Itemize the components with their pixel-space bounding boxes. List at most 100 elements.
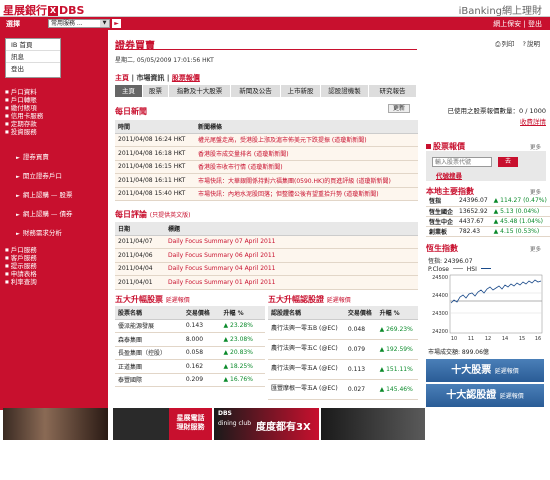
print-link[interactable]: 列印 bbox=[501, 40, 514, 48]
index-value: 13652.92 bbox=[456, 206, 491, 217]
news-headline-link[interactable]: 市場快訊：大華銀關係持對六福集團(0590.HK)的買進評級 (道瓊斯新聞) bbox=[195, 173, 418, 188]
stock-name[interactable]: 正道集團 bbox=[115, 359, 183, 374]
select-go-button[interactable]: ► bbox=[112, 19, 121, 28]
top10-stocks-banner[interactable]: 十大股票 延遲報價 bbox=[426, 359, 544, 382]
sidebar-item-forms[interactable]: 申請表格 bbox=[5, 270, 37, 278]
ad-phone-line2: 理財服務 bbox=[176, 423, 205, 431]
stock-name[interactable]: 泰豐國際 bbox=[115, 373, 183, 387]
sidebar-item-transfer[interactable]: 戶口轉賬 bbox=[5, 96, 37, 104]
sidebar-sub-ipo-stock[interactable]: 網上認購 — 股票 bbox=[16, 189, 73, 199]
ad-banner-image-2[interactable] bbox=[113, 408, 169, 440]
commentary-col-title: 標題 bbox=[165, 222, 418, 236]
sidebar-item-rates[interactable]: 利率查詢 bbox=[5, 278, 37, 286]
commentary-link[interactable]: Daily Focus Summary 04 April 2011 bbox=[165, 262, 418, 276]
print-help-tools: ⎙列印 ?說明 bbox=[489, 38, 540, 49]
tab-home[interactable]: 主頁 bbox=[115, 85, 143, 97]
security-logout-links[interactable]: 網上保安 | 登出 bbox=[493, 19, 542, 29]
index-name[interactable]: 恆生國企 bbox=[426, 206, 457, 217]
index-name[interactable]: 恆生中企 bbox=[426, 216, 457, 227]
sidebar-item-bill-pay[interactable]: 繳付賬項 bbox=[5, 104, 37, 112]
quote-go-button[interactable]: 去 bbox=[498, 157, 518, 167]
hsi-value-line: 恆指: 24396.07 bbox=[428, 258, 473, 265]
stock-name[interactable]: 長盈集團（控股） bbox=[115, 346, 183, 360]
tab-indices[interactable]: 指數及十大股票 bbox=[169, 85, 231, 97]
news-headline-link[interactable]: 香港股市成交量排名 (道瓊斯新聞) bbox=[195, 146, 418, 161]
table-row: 2011/04/08 15:40 HKT 市場快訊：內地水泥股回落；但整體公後有望… bbox=[115, 187, 418, 201]
stock-name[interactable]: 優派能源發展 bbox=[115, 319, 183, 333]
top-warrants-title: 五大升幅認股證 延遲報價 bbox=[268, 294, 351, 305]
services-select[interactable]: 常用服務 ... ▼ bbox=[48, 19, 110, 28]
y-tick: 24500 bbox=[432, 275, 448, 281]
quote-more-link[interactable]: 更多 bbox=[530, 143, 541, 151]
sidebar-sub-open-account[interactable]: 開立證券戶口 bbox=[16, 170, 62, 180]
ad-banner-image-4[interactable] bbox=[321, 408, 425, 440]
index-name[interactable]: 恆指 bbox=[426, 196, 457, 207]
sidebar-item-time-deposit[interactable]: 定期存款 bbox=[5, 120, 37, 128]
tab-warrants[interactable]: 認股證機製 bbox=[321, 85, 369, 97]
breadcrumb-home[interactable]: 主頁 bbox=[115, 74, 129, 82]
top-stocks-table: 股票名稱 交易價格 升幅 % 優派能源發展 0.143 ▲ 23.28% 森泰集團 8.0… bbox=[115, 306, 265, 387]
table-row: 恆生國企 13652.92 ▲ 5.13 (0.04%) bbox=[426, 206, 550, 217]
sidebar-item-customer-services[interactable]: 客戶服務 bbox=[5, 254, 37, 262]
print-icon[interactable]: ⎙ bbox=[495, 40, 500, 48]
index-name[interactable]: 創業板 bbox=[426, 226, 457, 237]
stock-change: ▲ 20.83% bbox=[220, 346, 265, 360]
x-tick: 12 bbox=[485, 336, 491, 342]
services-select-value: 常用服務 ... bbox=[51, 20, 83, 27]
stock-name[interactable]: 森泰集團 bbox=[115, 332, 183, 347]
sidebar-item-alerts[interactable]: 提示服務 bbox=[5, 262, 37, 270]
sidebar-item-account-services[interactable]: 戶口服務 bbox=[5, 246, 37, 254]
y-tick: 24300 bbox=[432, 311, 448, 317]
table-row: 2011/04/06 Daily Focus Summary 06 April 2… bbox=[115, 248, 418, 263]
sidebar-sub-securities-trading[interactable]: 證券買賣 bbox=[16, 151, 49, 161]
warrant-name[interactable]: 農行法興一零五C (@EC) bbox=[268, 339, 345, 360]
ad-dining-club[interactable]: DBS dining club 度度都有3X bbox=[214, 408, 319, 440]
stock-code-input[interactable] bbox=[432, 157, 492, 167]
ibanking-title: iBanking網上理財 bbox=[458, 6, 542, 17]
sidebar-item-logout[interactable]: 登出 bbox=[6, 63, 60, 75]
table-row: 優派能源發展 0.143 ▲ 23.28% bbox=[115, 319, 265, 333]
market-turnover: 市場成交額: 899.06億 bbox=[428, 349, 489, 356]
sidebar-item-messages[interactable]: 訊息 bbox=[6, 51, 60, 63]
news-headline-link[interactable]: 香港股市收市行情 (道瓊斯新聞) bbox=[195, 160, 418, 174]
stock-price: 0.143 bbox=[182, 319, 221, 333]
ad-banner-image-1[interactable] bbox=[3, 408, 108, 440]
news-headline-link[interactable]: 權光尾盤走高，受港股上漲及滬市佈美元下跌提振 (道瓊斯新聞) bbox=[195, 133, 418, 147]
breadcrumb-market-info[interactable]: 市場資訊 bbox=[136, 74, 164, 82]
news-refresh-button[interactable]: 更新 bbox=[388, 104, 411, 113]
sidebar-sub-ipo-bond[interactable]: 網上認購 — 債券 bbox=[16, 208, 73, 218]
hsi-chart: 24500 24400 24300 24200 10 11 12 14 15 1… bbox=[432, 274, 543, 342]
ad-phone-banking[interactable]: 星展電話 理財服務 bbox=[169, 408, 212, 440]
help-icon[interactable]: ? bbox=[523, 40, 526, 48]
breadcrumb: 主頁 | 市場資訊 | 股票報價 bbox=[115, 73, 200, 83]
warrant-name[interactable]: 農行法興一零五A (@EC) bbox=[268, 359, 345, 380]
tab-news[interactable]: 新聞及公告 bbox=[231, 85, 281, 97]
breadcrumb-stock-quote[interactable]: 股票報價 bbox=[172, 74, 200, 82]
tab-stocks[interactable]: 股票 bbox=[143, 85, 169, 97]
hsi-more-link[interactable]: 更多 bbox=[530, 245, 541, 253]
top-warrants-delay-note: 延遲報價 bbox=[326, 297, 351, 304]
warrant-name[interactable]: 匯豐摩根一零五A (@EC) bbox=[268, 379, 345, 400]
help-link[interactable]: 說明 bbox=[527, 40, 540, 48]
news-headline-link[interactable]: 市場快訊：內地水泥股回落；但整體公後有望重拾升勢 (道瓊斯新聞) bbox=[195, 187, 418, 201]
commentary-link[interactable]: Daily Focus Summary 07 April 2011 bbox=[165, 235, 418, 249]
index-change: ▲ 4.15 (0.53%) bbox=[490, 226, 550, 237]
warrant-name[interactable]: 農行法興一零五B (@EC) bbox=[268, 319, 345, 340]
tab-research[interactable]: 研究報告 bbox=[369, 85, 417, 97]
commentary-link[interactable]: Daily Focus Summary 01 April 2011 bbox=[165, 275, 418, 290]
commentary-link[interactable]: Daily Focus Summary 06 April 2011 bbox=[165, 248, 418, 263]
warrant-price: 0.048 bbox=[344, 319, 377, 340]
market-more-link[interactable]: 更多 bbox=[530, 188, 541, 196]
warrant-price: 0.079 bbox=[344, 339, 377, 360]
sidebar-item-credit-card[interactable]: 信用卡服務 bbox=[5, 112, 44, 120]
top10-warrants-banner[interactable]: 十大認股證 延遲報價 bbox=[426, 384, 544, 407]
sidebar-item-ib-home[interactable]: IB 首頁 bbox=[6, 39, 60, 51]
code-search-link[interactable]: 代號搜尋 bbox=[436, 170, 462, 180]
tab-ipo[interactable]: 上市新股 bbox=[281, 85, 321, 97]
sidebar-item-investment[interactable]: 投資服務 bbox=[5, 128, 37, 136]
fee-details-link[interactable]: 收費詳情 bbox=[426, 116, 546, 126]
sidebar-item-account-info[interactable]: 戶口資料 bbox=[5, 88, 37, 96]
col-change: 升幅 % bbox=[376, 306, 418, 320]
dbs-logo[interactable]: 星展銀行 X DBS bbox=[3, 2, 84, 18]
sidebar-sub-financial-analysis[interactable]: 財務需求分析 bbox=[16, 227, 62, 237]
